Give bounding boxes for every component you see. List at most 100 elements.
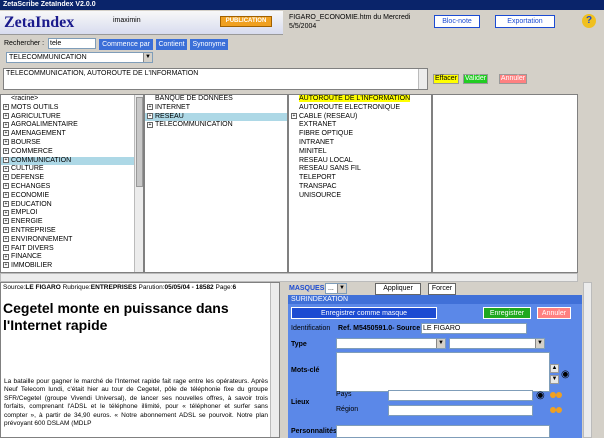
scroll-down-icon[interactable]: ▼ bbox=[550, 375, 559, 384]
scroll-up-icon[interactable]: ▲ bbox=[550, 364, 559, 373]
tree-item[interactable]: UNISOURCE bbox=[289, 192, 431, 201]
bloc-note-button[interactable]: Bloc-note bbox=[434, 15, 480, 28]
tree-item[interactable]: + FINANCE bbox=[1, 253, 143, 262]
chevron-down-icon[interactable]: ▼ bbox=[535, 339, 544, 348]
tree-item[interactable]: + EDUCATION bbox=[1, 201, 143, 210]
expand-icon[interactable]: + bbox=[147, 112, 153, 119]
tree-level-1-scrollbar[interactable] bbox=[134, 95, 143, 272]
masque-select[interactable]: ... ▼ bbox=[325, 283, 347, 294]
tree-item[interactable]: + ENTREPRISE bbox=[1, 227, 143, 236]
expand-icon[interactable]: + bbox=[3, 200, 9, 207]
expand-icon[interactable]: + bbox=[3, 156, 9, 163]
forcer-button[interactable]: Forcer bbox=[428, 283, 456, 295]
tree-item[interactable]: INTRANET bbox=[289, 139, 431, 148]
tree-item[interactable]: + CULTURE bbox=[1, 165, 143, 174]
appliquer-button[interactable]: Appliquer bbox=[375, 283, 421, 295]
expand-icon[interactable]: + bbox=[3, 130, 9, 137]
tree-item[interactable]: + CABLE (RESEAU) bbox=[289, 113, 431, 122]
thesaurus-level-2[interactable]: BANQUE DE DONNEES + INTERNET + RESEAU + TELECO… bbox=[144, 94, 288, 273]
expand-icon[interactable]: + bbox=[3, 209, 9, 216]
chevron-down-icon[interactable]: ▼ bbox=[436, 339, 445, 348]
enregistrer-button[interactable]: Enregistrer bbox=[483, 307, 531, 319]
expand-icon[interactable]: + bbox=[3, 165, 9, 172]
tree-item[interactable]: + COMMERCE bbox=[1, 148, 143, 157]
tree-item[interactable]: RESEAU LOCAL bbox=[289, 157, 431, 166]
chevron-down-icon[interactable]: ▼ bbox=[337, 284, 346, 293]
source-input[interactable]: LE FIGARO bbox=[421, 323, 527, 334]
expand-icon[interactable]: + bbox=[3, 191, 9, 198]
tree-item[interactable]: + AGROALIMENTAIRE bbox=[1, 121, 143, 130]
contient-button[interactable]: Contient bbox=[156, 39, 187, 50]
form-scrollbar[interactable] bbox=[583, 282, 592, 438]
tree-item[interactable]: + ENERGIE bbox=[1, 218, 143, 227]
tree-item[interactable]: FIBRE OPTIQUE bbox=[289, 130, 431, 139]
personnalites-input[interactable] bbox=[336, 425, 550, 438]
chevron-down-icon[interactable]: ▼ bbox=[143, 53, 152, 62]
orange-dots-icon[interactable] bbox=[550, 406, 562, 415]
synonyme-button[interactable]: Synonyme bbox=[190, 39, 228, 50]
expand-icon[interactable]: + bbox=[3, 253, 9, 260]
tree-item[interactable]: EXTRANET bbox=[289, 121, 431, 130]
search-result-select[interactable]: TELECOMMUNICATION ▼ bbox=[6, 52, 153, 63]
article-scrollbar[interactable] bbox=[270, 283, 279, 437]
expand-icon[interactable]: + bbox=[3, 244, 9, 251]
tree-item[interactable]: + RESEAU bbox=[145, 112, 287, 122]
tree-item[interactable]: AUTOROUTE DE L'INFORMATION bbox=[289, 95, 431, 104]
tree-item[interactable]: TRANSPAC bbox=[289, 183, 431, 192]
tree-item[interactable]: + COMMUNICATION bbox=[1, 156, 143, 166]
tree-item[interactable]: + ECONOMIE bbox=[1, 192, 143, 201]
expand-icon[interactable]: + bbox=[291, 112, 297, 119]
orange-dots-icon[interactable] bbox=[550, 391, 562, 400]
region-input[interactable] bbox=[388, 405, 533, 416]
tree-item[interactable]: + MOTS OUTILS bbox=[1, 104, 143, 113]
help-icon[interactable]: ? bbox=[582, 14, 596, 28]
commence-par-button[interactable]: Commence par bbox=[99, 39, 153, 50]
tree-item[interactable]: + DEFENSE bbox=[1, 174, 143, 183]
expand-icon[interactable]: + bbox=[3, 183, 9, 190]
tree-item[interactable]: MINITEL bbox=[289, 148, 431, 157]
type-select-2[interactable]: ▼ bbox=[449, 338, 545, 349]
valider-button[interactable]: Valider bbox=[463, 74, 488, 84]
tree-item[interactable]: + TELECOMMUNICATION bbox=[145, 121, 287, 130]
tree-item[interactable]: RESEAU SANS FIL bbox=[289, 165, 431, 174]
pays-input[interactable] bbox=[388, 390, 533, 401]
expand-icon[interactable]: + bbox=[3, 235, 9, 242]
exportation-button[interactable]: Exportation bbox=[495, 15, 555, 28]
expand-icon[interactable]: + bbox=[3, 112, 9, 119]
tree-item[interactable]: BANQUE DE DONNEES bbox=[145, 95, 287, 104]
thesaurus-level-1[interactable]: <racine> + MOTS OUTILS + AGRICULTURE + AGROALI… bbox=[0, 94, 144, 273]
tree-item[interactable]: + ECHANGES bbox=[1, 183, 143, 192]
tree-item[interactable]: + AGRICULTURE bbox=[1, 113, 143, 122]
expand-icon[interactable]: + bbox=[3, 103, 9, 110]
thesaurus-level-3[interactable]: AUTOROUTE DE L'INFORMATION AUTOROUTE ELEC… bbox=[288, 94, 432, 273]
tree-item[interactable]: AUTOROUTE ELECTRONIQUE bbox=[289, 104, 431, 113]
trees-hscrollbar[interactable] bbox=[0, 273, 578, 282]
motscle-textarea[interactable] bbox=[336, 352, 550, 392]
expand-icon[interactable]: + bbox=[3, 121, 9, 128]
tree-item[interactable]: <racine> bbox=[1, 95, 143, 104]
search-input[interactable]: tele bbox=[48, 38, 96, 49]
scroll-thumb[interactable] bbox=[136, 97, 143, 187]
expand-icon[interactable]: + bbox=[147, 121, 153, 128]
tree-item[interactable]: + INTERNET bbox=[145, 104, 287, 113]
expand-icon[interactable]: + bbox=[3, 174, 9, 181]
eye-icon[interactable]: ◉ bbox=[561, 369, 570, 380]
selection-textarea[interactable]: TELECOMMUNICATION, AUTOROUTE DE L'INFORM… bbox=[3, 68, 428, 90]
annuler-form-button[interactable]: Annuler bbox=[537, 307, 571, 319]
selection-scrollbar[interactable] bbox=[418, 69, 427, 89]
expand-icon[interactable]: + bbox=[147, 103, 153, 110]
enregistrer-masque-button[interactable]: Enregistrer comme masque bbox=[291, 307, 437, 319]
expand-icon[interactable]: + bbox=[3, 218, 9, 225]
expand-icon[interactable]: + bbox=[3, 147, 9, 154]
expand-icon[interactable]: + bbox=[3, 227, 9, 234]
tree-item[interactable]: + ENVIRONNEMENT bbox=[1, 236, 143, 245]
type-select-1[interactable]: ▼ bbox=[336, 338, 446, 349]
tree-item[interactable]: TELEPORT bbox=[289, 174, 431, 183]
annuler-selection-button[interactable]: Annuler bbox=[499, 74, 527, 84]
tree-item[interactable]: + IMMOBILIER bbox=[1, 262, 143, 271]
tree-item[interactable]: + AMENAGEMENT bbox=[1, 130, 143, 139]
tree-item[interactable]: + FAIT DIVERS bbox=[1, 245, 143, 254]
effacer-button[interactable]: Effacer bbox=[433, 74, 459, 84]
eye-icon[interactable]: ◉ bbox=[536, 390, 545, 401]
expand-icon[interactable]: + bbox=[3, 262, 9, 269]
